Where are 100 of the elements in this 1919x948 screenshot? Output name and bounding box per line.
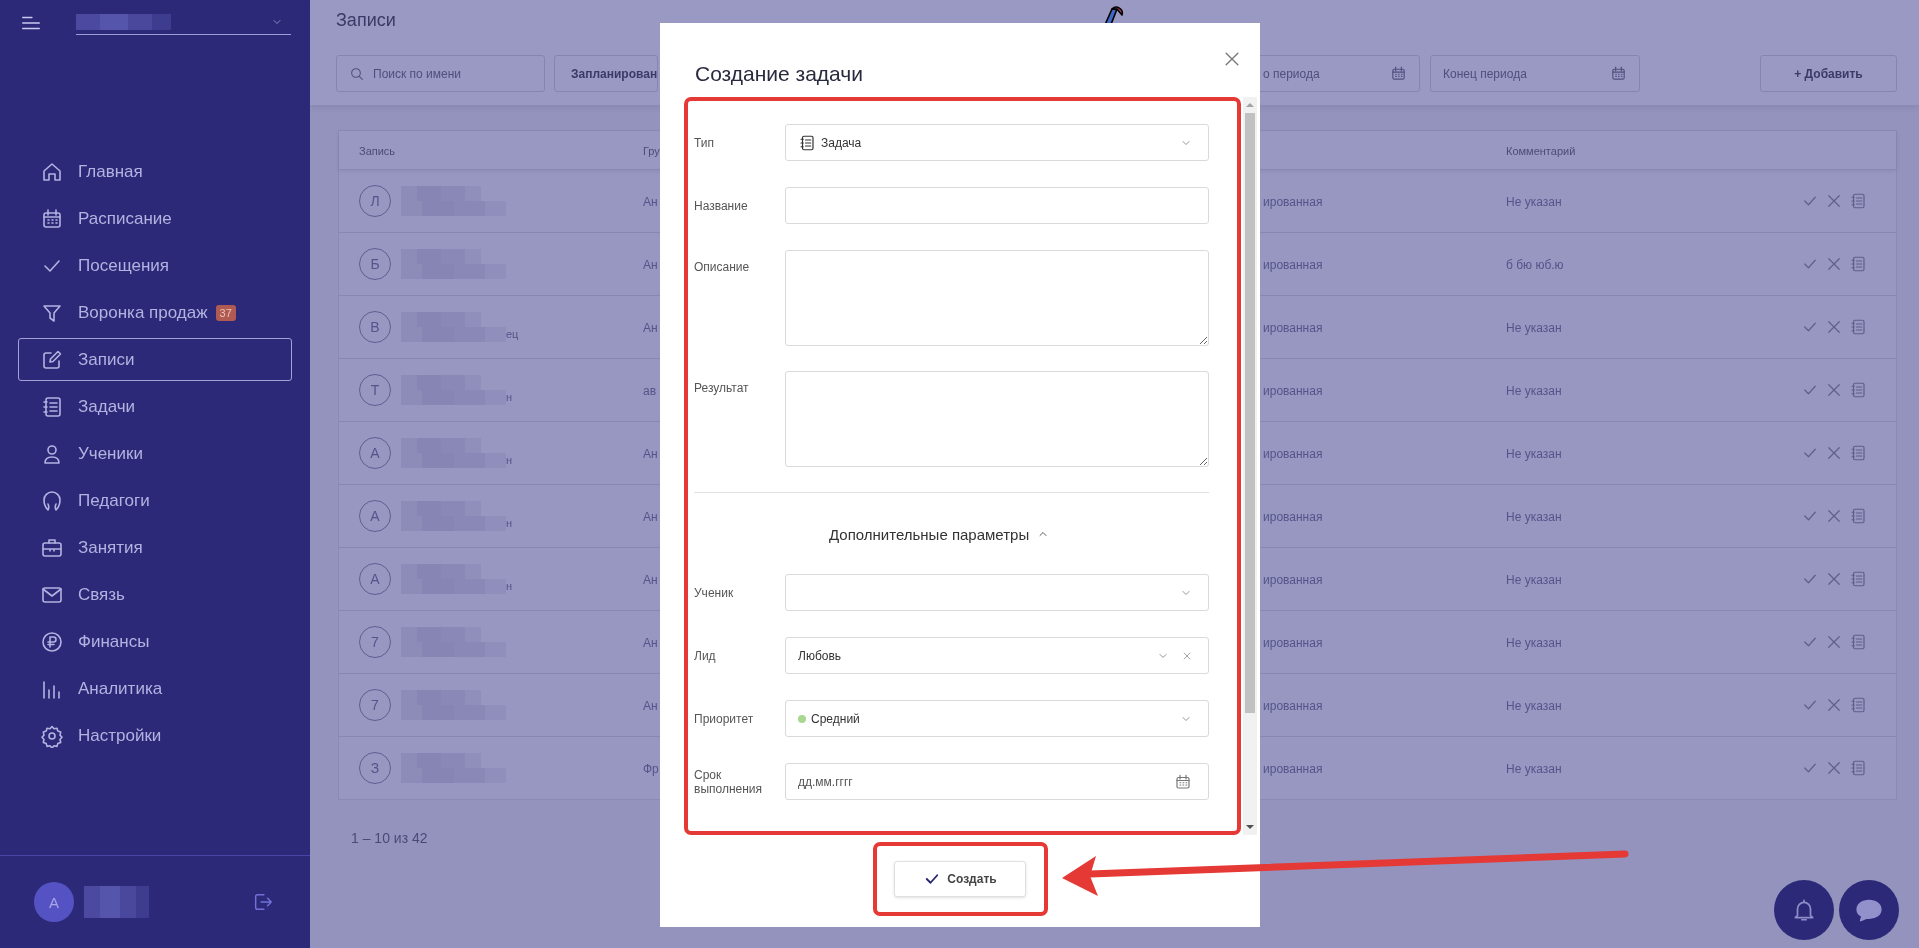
field-label: Название (694, 198, 749, 213)
text-area[interactable] (785, 371, 1209, 467)
nav-item[interactable]: Связь (18, 573, 292, 616)
notebook-icon (1849, 381, 1867, 399)
nav-label: Воронка продаж (78, 302, 208, 323)
table-cell: Не указан (1506, 384, 1562, 398)
nav-label: Настройки (78, 725, 162, 746)
pagination-text: 1 – 10 из 42 (351, 830, 429, 846)
head-icon (40, 488, 64, 513)
nav-item[interactable]: Посещения (18, 244, 292, 287)
table-cell: ав (643, 384, 657, 398)
notebook-icon (1849, 696, 1867, 714)
notebook-icon (1849, 759, 1867, 777)
create-button[interactable]: Создать (894, 861, 1026, 897)
table-cell: Не указан (1506, 636, 1562, 650)
ruble-coin-icon (40, 629, 64, 654)
notebook-icon (1849, 192, 1867, 210)
close-icon (1825, 318, 1843, 336)
table-cell: ированная (1263, 447, 1323, 461)
nav-item[interactable]: Задачи (18, 385, 292, 428)
table-cell: Не указан (1506, 510, 1562, 524)
calendar-icon (40, 206, 64, 231)
nav-label: Задачи (78, 396, 136, 417)
priority-select[interactable]: Средний (785, 700, 1209, 737)
status-filter-button[interactable]: Запланирован (554, 55, 658, 92)
nav-label: Расписание (78, 208, 172, 229)
page-title: Записи (336, 9, 396, 32)
close-icon (1825, 255, 1843, 273)
table-cell: Не указан (1506, 321, 1562, 335)
settings-icon (40, 723, 64, 748)
type-select[interactable]: Задача (785, 124, 1209, 161)
scrollbar[interactable] (1243, 97, 1257, 835)
table-cell: н (506, 454, 513, 466)
calendar-icon (1174, 772, 1192, 791)
field-label: Описание (694, 260, 751, 274)
field-label: Тип (694, 135, 715, 150)
logout-icon (252, 891, 274, 913)
notebook-icon (1849, 255, 1867, 273)
field-label: Результат (694, 381, 750, 395)
close-icon (1825, 444, 1843, 462)
nav-item[interactable]: Ученики (18, 432, 292, 475)
table-cell: Фр (643, 762, 659, 776)
table-cell: ированная (1263, 573, 1323, 587)
scroll-up-arrow[interactable] (1246, 103, 1254, 107)
date-input[interactable]: дд.мм.гггг (785, 763, 1209, 800)
close-icon (1825, 570, 1843, 588)
field-label: Срок выполнения (694, 767, 764, 796)
table-cell: ированная (1263, 636, 1323, 650)
table-cell: Не указан (1506, 447, 1562, 461)
scroll-thumb[interactable] (1245, 113, 1255, 713)
notebook-icon (1849, 507, 1867, 525)
table-cell: Ан (643, 447, 658, 461)
dropdown-select[interactable]: Любовь (785, 637, 1209, 674)
blurred-text (84, 886, 149, 918)
table-cell: Не указан (1506, 573, 1562, 587)
notebook-icon (1849, 318, 1867, 336)
table-cell: н (506, 391, 513, 403)
table-cell: Ан (643, 321, 658, 335)
nav-label: Посещения (78, 255, 169, 276)
table-cell: ированная (1263, 384, 1323, 398)
close-icon (1825, 696, 1843, 714)
extra-params-toggle[interactable]: Дополнительные параметры (829, 514, 1050, 554)
nav-item[interactable]: Главная (18, 150, 292, 193)
table-cell: ированная (1263, 699, 1323, 713)
notebook-icon (1849, 444, 1867, 462)
add-button[interactable]: + Добавить (1760, 55, 1897, 92)
column-header: Гру (643, 145, 660, 157)
nav-item[interactable]: Финансы (18, 620, 292, 663)
text-input[interactable] (785, 187, 1209, 224)
nav-label: Ученики (78, 443, 143, 464)
table-cell: Ан (643, 636, 658, 650)
count-badge: 37 (215, 304, 236, 321)
nav-item[interactable]: Воронка продаж 37 (18, 291, 292, 334)
table-cell: Ан (643, 195, 658, 209)
clear-icon (1182, 650, 1192, 661)
notebook-icon (1849, 633, 1867, 651)
close-icon (1825, 192, 1843, 210)
nav-item[interactable]: Аналитика (18, 667, 292, 710)
nav-label: Финансы (78, 631, 150, 652)
text-area[interactable] (785, 250, 1209, 346)
nav-label: Аналитика (78, 678, 163, 699)
column-header: Комментарий (1506, 145, 1576, 157)
search-icon (349, 65, 365, 82)
scroll-down-arrow[interactable] (1246, 825, 1254, 829)
logout-button[interactable] (252, 891, 274, 913)
table-cell: ированная (1263, 321, 1323, 335)
table-cell: ированная (1263, 762, 1323, 776)
nav-item[interactable]: Занятия (18, 526, 292, 569)
nav-label: Занятия (78, 537, 143, 558)
table-cell: Не указан (1506, 699, 1562, 713)
table-cell: Ан (643, 699, 658, 713)
notebook-icon (1849, 570, 1867, 588)
close-icon (1825, 759, 1843, 777)
nav-item[interactable]: Педагоги (18, 479, 292, 522)
table-cell: ированная (1263, 195, 1323, 209)
dropdown-select[interactable] (785, 574, 1209, 611)
nav-item[interactable]: Настройки (18, 714, 292, 757)
close-icon (1825, 633, 1843, 651)
nav-item[interactable]: Записи (18, 338, 292, 381)
nav-item[interactable]: Расписание (18, 197, 292, 240)
